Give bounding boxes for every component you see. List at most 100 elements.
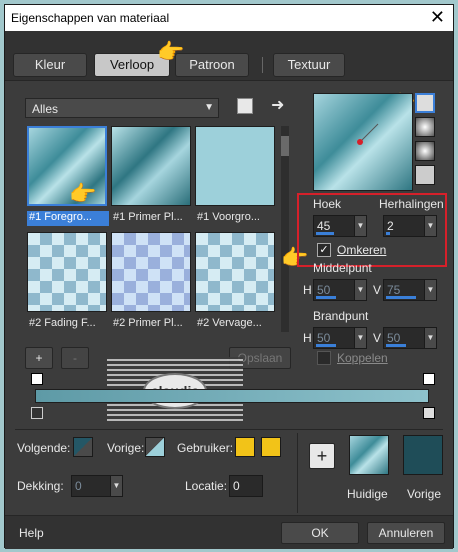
koppelen-label: Koppelen [337, 351, 388, 365]
middelpunt-h-value: 50 [317, 283, 331, 297]
v2-label: V [373, 331, 382, 345]
chevron-down-icon[interactable]: ▼ [424, 280, 436, 300]
help-link[interactable]: Help [19, 526, 44, 540]
ok-button[interactable]: OK [281, 522, 359, 544]
tab-kleur[interactable]: Kleur [13, 53, 87, 77]
tab-divider [262, 57, 263, 73]
value-bar [386, 344, 406, 347]
tab-textuur[interactable]: Textuur [273, 53, 345, 77]
add-color-button[interactable]: + [309, 443, 335, 469]
brandpunt-label: Brandpunt [313, 309, 369, 323]
volgende-stop-button[interactable] [73, 437, 93, 457]
vorige-swatch[interactable] [403, 435, 443, 475]
color-stop-marker[interactable] [31, 407, 43, 419]
chevron-down-icon: ▼ [204, 102, 214, 113]
locatie-input[interactable]: 0 [229, 475, 263, 497]
middelpunt-h-input[interactable]: 50 ▼ [313, 279, 367, 301]
gradient-swatch[interactable] [195, 126, 275, 206]
rectangular-gradient-style-button[interactable] [415, 117, 435, 137]
gradient-label: #2 Fading F... [29, 317, 96, 329]
scrollbar-thumb[interactable] [281, 136, 289, 156]
herhalingen-value: 2 [387, 219, 394, 233]
koppelen-checkbox[interactable] [317, 351, 331, 365]
brandpunt-v-input[interactable]: 50 ▼ [383, 327, 437, 349]
h1-label: H [303, 283, 312, 297]
dekking-input[interactable]: 0 ▼ [71, 475, 123, 497]
herhalingen-label: Herhalingen [379, 197, 444, 211]
arrow-right-icon[interactable]: ➜ [271, 95, 284, 115]
swatch-scrollbar[interactable] [281, 126, 289, 332]
omkeren-checkbox[interactable]: ✓ [317, 243, 331, 257]
v1-label: V [373, 283, 382, 297]
chevron-down-icon[interactable]: ▼ [354, 328, 366, 348]
material-properties-dialog: Eigenschappen van materiaal ✕ Kleur Verl… [4, 4, 454, 549]
close-icon[interactable]: ✕ [430, 7, 445, 28]
gradient-bar[interactable] [35, 389, 429, 403]
gradient-swatch[interactable] [111, 232, 191, 312]
dekking-label: Dekking: [17, 479, 64, 493]
gradient-library-icon[interactable] [237, 98, 253, 114]
chevron-down-icon[interactable]: ▼ [110, 476, 122, 496]
omkeren-label: Omkeren [337, 243, 387, 257]
vorige-label: Vorige [407, 487, 442, 501]
tab-bar: Kleur Verloop Patroon Textuur [5, 31, 453, 81]
footer-bar: Help OK Annuleren [5, 515, 453, 549]
gebruiker-label: Gebruiker: [177, 441, 234, 455]
locatie-label: Locatie: [185, 479, 228, 493]
gradient-filter-dropdown[interactable]: Alles ▼ [25, 98, 219, 118]
radial-gradient-style-button[interactable] [415, 165, 435, 185]
chevron-down-icon[interactable]: ▼ [354, 216, 366, 236]
value-bar [316, 344, 336, 347]
huidige-swatch[interactable] [349, 435, 389, 475]
gradient-swatch[interactable] [111, 126, 191, 206]
hoek-input[interactable]: 45 ▼ [313, 215, 367, 237]
value-bar [386, 296, 416, 299]
divider [15, 429, 443, 430]
chevron-down-icon[interactable]: ▼ [354, 280, 366, 300]
gradient-preview[interactable] [313, 93, 413, 191]
color-stop-marker[interactable] [423, 407, 435, 419]
user-color-swatch[interactable] [235, 437, 255, 457]
brandpunt-h-value: 50 [317, 331, 331, 345]
value-bar [386, 232, 390, 235]
gradient-label: #2 Primer Pl... [113, 317, 183, 329]
hoek-value: 45 [317, 219, 331, 233]
divider [297, 433, 298, 513]
pointer-hand-icon: 👉 [69, 181, 97, 206]
vorige-stop-button[interactable] [145, 437, 165, 457]
brandpunt-h-input[interactable]: 50 ▼ [313, 327, 367, 349]
add-stop-button[interactable]: + [25, 347, 53, 369]
gradient-label: #2 Vervage... [197, 317, 262, 329]
gradient-label: #1 Primer Pl... [113, 211, 183, 223]
gradient-label: #1 Voorgro... [197, 211, 260, 223]
tab-patroon[interactable]: Patroon [175, 53, 249, 77]
linear-gradient-style-button[interactable] [415, 93, 435, 113]
gradient-swatch[interactable] [195, 232, 275, 312]
dropdown-value: Alles [32, 102, 59, 116]
opacity-stop-marker[interactable] [423, 373, 435, 385]
sunburst-gradient-style-button[interactable] [415, 141, 435, 161]
h2-label: H [303, 331, 312, 345]
remove-stop-button[interactable]: - [61, 347, 89, 369]
chevron-down-icon[interactable]: ▼ [424, 216, 436, 236]
middelpunt-v-input[interactable]: 75 ▼ [383, 279, 437, 301]
herhalingen-input[interactable]: 2 ▼ [383, 215, 437, 237]
value-bar [316, 296, 336, 299]
huidige-label: Huidige [347, 487, 388, 501]
volgende-label: Volgende: [17, 441, 71, 455]
opacity-stop-marker[interactable] [31, 373, 43, 385]
middelpunt-v-value: 75 [387, 283, 401, 297]
user-color-swatch[interactable] [261, 437, 281, 457]
gradient-label: #1 Foregro... [27, 211, 109, 226]
title-bar: Eigenschappen van materiaal ✕ [5, 5, 453, 31]
dekking-value: 0 [75, 479, 82, 493]
cancel-button[interactable]: Annuleren [367, 522, 445, 544]
middelpunt-label: Middelpunt [313, 261, 372, 275]
chevron-down-icon[interactable]: ▼ [424, 328, 436, 348]
locatie-value: 0 [233, 479, 240, 493]
brandpunt-v-value: 50 [387, 331, 401, 345]
value-bar [316, 232, 334, 235]
gradient-swatch[interactable] [27, 232, 107, 312]
angle-handle-icon [357, 123, 379, 145]
hoek-label: Hoek [313, 197, 342, 211]
